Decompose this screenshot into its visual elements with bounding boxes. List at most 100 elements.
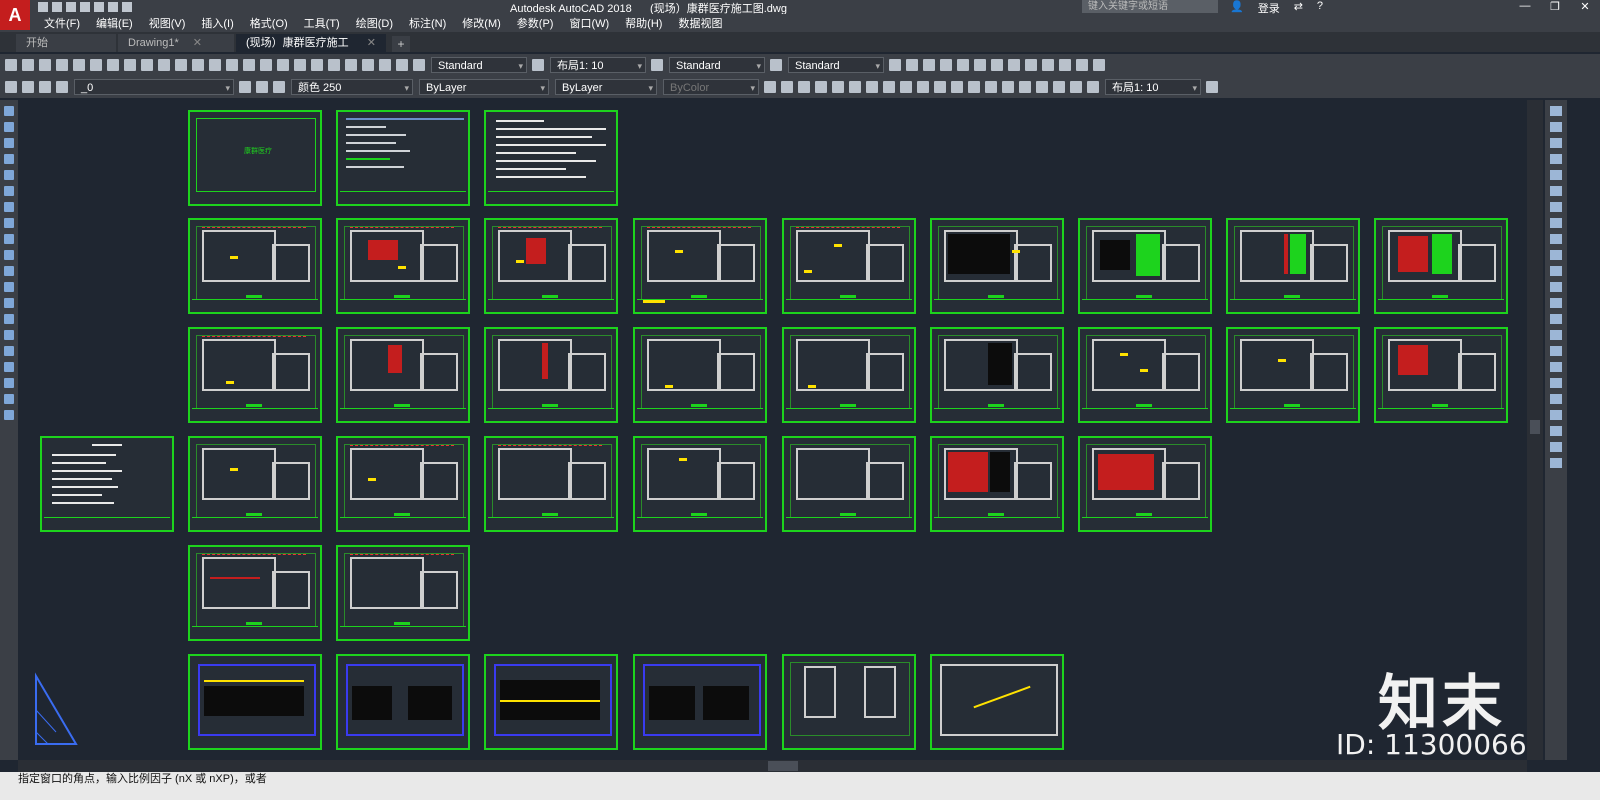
point-icon[interactable] [4,314,14,324]
tool-palettes-icon[interactable] [328,59,340,71]
explode-icon[interactable] [1550,346,1562,356]
stretch-icon[interactable] [1550,234,1562,244]
text-style-select[interactable]: Standard [431,57,527,74]
menu-dataview[interactable]: 数据视图 [670,15,730,31]
text-align-icon[interactable] [1025,59,1037,71]
layer-manager-icon[interactable] [239,81,251,93]
save-icon[interactable] [39,59,51,71]
menu-edit[interactable]: 编辑(E) [88,15,141,31]
sheet-plan[interactable] [484,436,618,532]
sheet-plan[interactable] [188,545,322,641]
sheet-plan[interactable] [188,436,322,532]
menu-parametric[interactable]: 参数(P) [509,15,562,31]
cut-icon[interactable] [124,59,136,71]
region-icon[interactable] [4,362,14,372]
dim-linear-icon[interactable] [764,81,776,93]
sheet-plan[interactable] [633,218,767,314]
design-center-icon[interactable] [311,59,323,71]
rotate-icon[interactable] [1550,202,1562,212]
menu-tools[interactable]: 工具(T) [296,15,348,31]
dim-angular-icon[interactable] [883,81,895,93]
scroll-thumb[interactable] [768,761,798,771]
sheet-elevation[interactable] [188,654,322,750]
menu-format[interactable]: 格式(O) [242,15,296,31]
undo-icon[interactable] [192,59,204,71]
plot-icon[interactable] [56,59,68,71]
restore-button[interactable]: ❐ [1540,0,1570,13]
help-icon[interactable] [396,59,408,71]
3d-print-icon[interactable] [107,59,119,71]
sheet-plan[interactable] [484,218,618,314]
quickcalc-icon[interactable] [379,59,391,71]
sheet-plan[interactable] [1226,327,1360,423]
make-current-icon[interactable] [256,81,268,93]
layer-lock-icon[interactable] [39,81,51,93]
sheet-specifications[interactable] [40,436,174,532]
construction-line-icon[interactable] [4,122,14,132]
sheet-detail[interactable] [930,654,1064,750]
center-mark-icon[interactable] [1002,81,1014,93]
multileader-icon[interactable] [1076,59,1088,71]
dim-radius-icon[interactable] [832,81,844,93]
sheet-plan[interactable] [1078,327,1212,423]
properties-icon[interactable] [294,59,306,71]
hatch-icon[interactable] [4,330,14,340]
dim-jogged-icon[interactable] [849,81,861,93]
color-select[interactable]: 颜色 250 [291,79,413,96]
fillet-icon[interactable] [1550,330,1562,340]
tab-drawing1[interactable]: Drawing1* ✕ [118,34,234,52]
justify-icon[interactable] [991,59,1003,71]
sheet-plan[interactable] [782,218,916,314]
dim-scale-select[interactable]: 布局1: 10 [550,57,646,74]
preview-icon[interactable] [73,59,85,71]
dimstyle-icon[interactable] [651,59,663,71]
text-scale-icon[interactable] [974,59,986,71]
open-icon[interactable] [22,59,34,71]
chamfer-icon[interactable] [1550,314,1562,324]
insert-block-icon[interactable] [4,282,14,292]
sheet-cover[interactable]: 康群医疗 [188,110,322,206]
scroll-thumb[interactable] [1530,420,1540,434]
sheet-elevation[interactable] [484,654,618,750]
tab-current-drawing[interactable]: (现场）康群医疗施工图* ✕ [236,34,386,67]
dim-text-edit-icon[interactable] [1070,81,1082,93]
dim-style-icon[interactable] [532,59,544,71]
sheet-drawing-list[interactable] [336,110,470,206]
zoom-window-icon[interactable] [260,59,272,71]
sheet-plan[interactable] [188,327,322,423]
sheet-plan[interactable] [484,327,618,423]
new-icon[interactable] [38,2,48,12]
join-icon[interactable] [1550,298,1562,308]
quick-dim-icon[interactable] [900,81,912,93]
sheet-plan[interactable] [336,436,470,532]
scale-icon[interactable] [1550,218,1562,228]
markup-icon[interactable] [362,59,374,71]
tab-start[interactable]: 开始 [16,34,116,52]
menu-draw[interactable]: 绘图(D) [348,15,401,31]
sheet-plan[interactable] [930,218,1064,314]
zoom-realtime-icon[interactable] [243,59,255,71]
zoom-previous-icon[interactable] [277,59,289,71]
draworder-back-icon[interactable] [1550,378,1562,388]
plotstyle-select[interactable]: ByColor [663,79,759,96]
sheet-detail[interactable] [782,654,916,750]
ellipse-arc-icon[interactable] [4,266,14,276]
dim-diameter-icon[interactable] [866,81,878,93]
redo-icon[interactable] [209,59,221,71]
gradient-icon[interactable] [4,346,14,356]
sheet-design-notes[interactable] [484,110,618,206]
dim-edit-icon[interactable] [1053,81,1065,93]
minimize-button[interactable]: — [1510,0,1540,13]
trim-icon[interactable] [1550,250,1562,260]
sheet-plan[interactable] [188,218,322,314]
array-icon[interactable] [1550,170,1562,180]
menu-window[interactable]: 窗口(W) [561,15,617,31]
plot-icon[interactable] [94,2,104,12]
circle-icon[interactable] [4,202,14,212]
redo-icon[interactable] [122,2,132,12]
mtext-icon[interactable] [4,394,14,404]
revcloud-icon[interactable] [4,218,14,228]
menu-file[interactable]: 文件(F) [36,15,88,31]
dim-break-icon[interactable] [968,81,980,93]
sheet-set-icon[interactable] [345,59,357,71]
